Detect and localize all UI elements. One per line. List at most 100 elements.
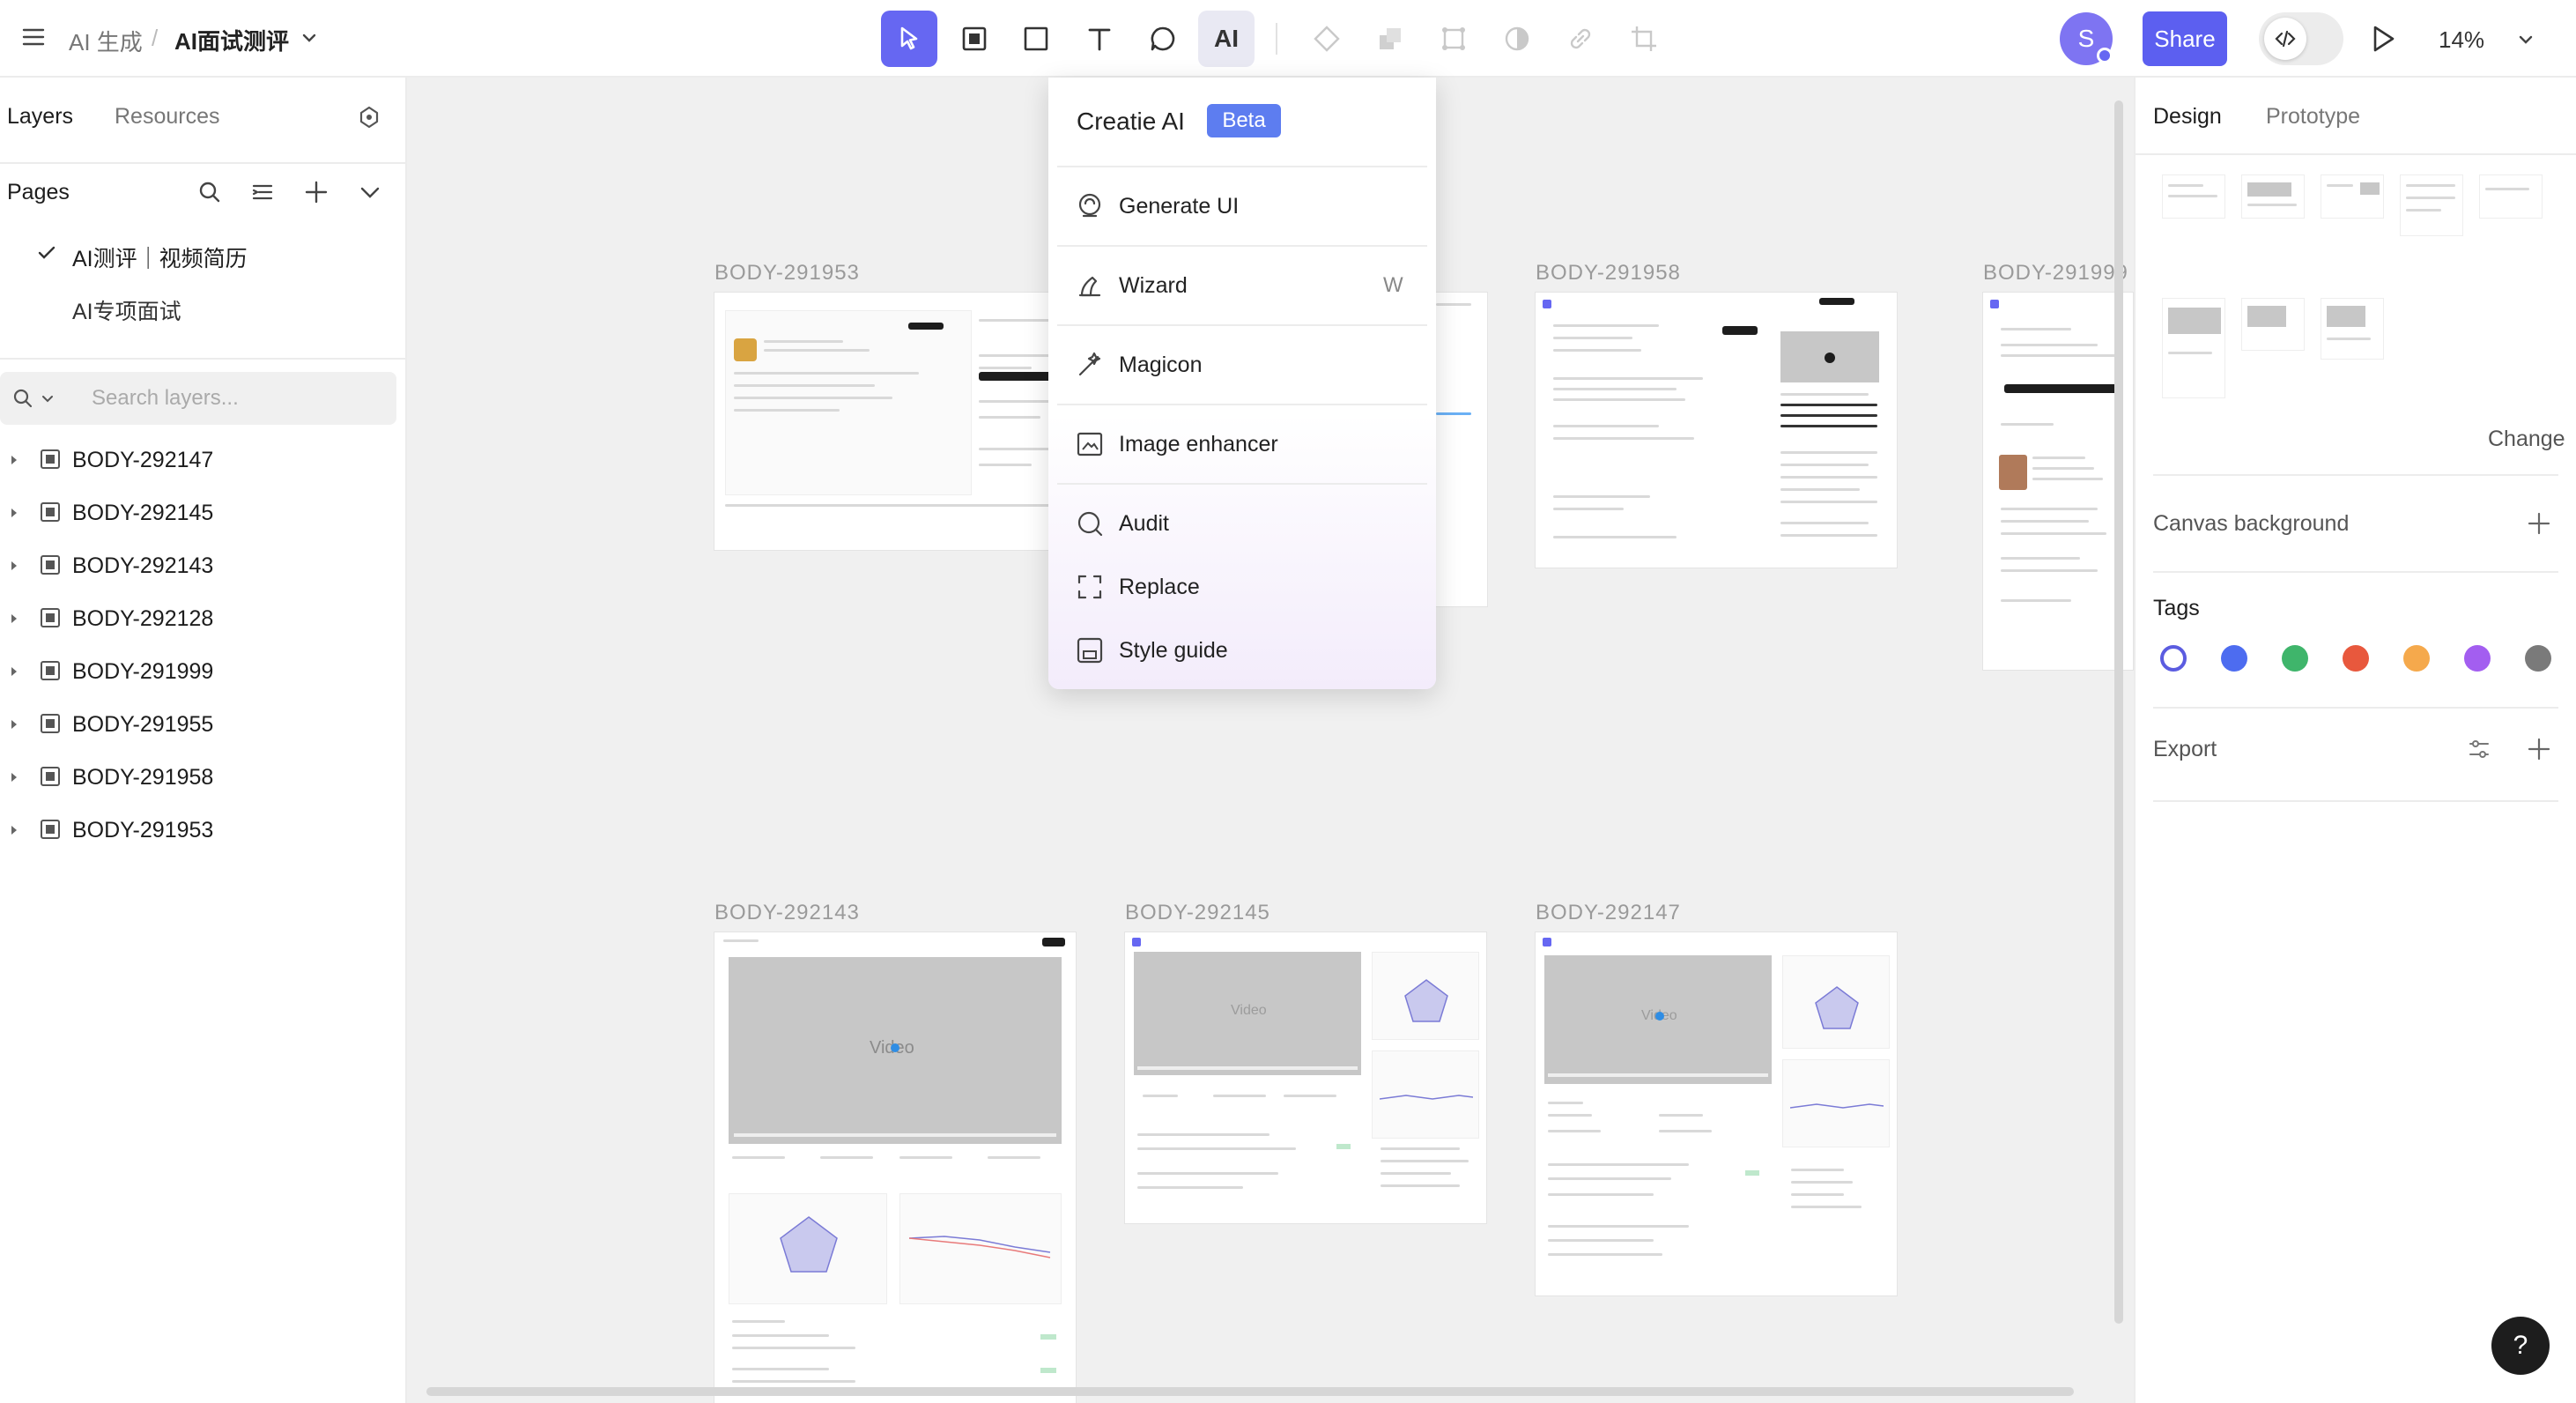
link-icon xyxy=(1570,28,1591,49)
add-icon[interactable] xyxy=(2527,511,2551,536)
frame-label[interactable]: BODY-291958 xyxy=(1536,261,1681,286)
tab-layers[interactable]: Layers xyxy=(7,104,73,130)
plugin-icon[interactable] xyxy=(356,104,382,130)
contrast-button[interactable] xyxy=(1489,11,1545,67)
tag-color-swatch[interactable] xyxy=(2282,645,2308,672)
frame-body-291955[interactable] xyxy=(1431,293,1487,606)
menu-icon[interactable] xyxy=(21,25,46,49)
tab-prototype[interactable]: Prototype xyxy=(2266,104,2360,130)
comment-tool-button[interactable] xyxy=(1135,11,1191,67)
menu-item-image-enhancer[interactable]: Image enhancer xyxy=(1048,412,1436,476)
dev-mode-toggle[interactable] xyxy=(2259,12,2343,65)
frame-body-292147[interactable]: Video xyxy=(1536,932,1897,1295)
chevron-down-icon[interactable] xyxy=(300,28,319,48)
caret-right-icon[interactable] xyxy=(9,612,19,626)
sort-icon[interactable] xyxy=(250,180,275,204)
tag-color-swatch[interactable] xyxy=(2464,645,2491,672)
menu-item-style-guide[interactable]: Style guide xyxy=(1048,619,1436,682)
boolean-button[interactable] xyxy=(1362,11,1418,67)
zoom-dropdown[interactable]: 14% xyxy=(2421,12,2553,65)
change-cover-button[interactable]: Change xyxy=(2488,427,2565,452)
breadcrumb-parent[interactable]: AI 生成 xyxy=(69,25,143,57)
layer-item[interactable]: BODY-292143 xyxy=(0,541,405,590)
add-page-icon[interactable] xyxy=(304,180,329,204)
frame-body-291958[interactable] xyxy=(1536,293,1897,568)
caret-right-icon[interactable] xyxy=(9,506,19,520)
frame-tool-button[interactable] xyxy=(946,11,1003,67)
move-tool-button[interactable] xyxy=(881,11,937,67)
page-item[interactable]: AI测评｜视频简历 xyxy=(0,227,405,278)
vertical-scrollbar[interactable] xyxy=(2114,100,2123,1324)
layer-name: BODY-291999 xyxy=(72,659,214,684)
menu-item-audit[interactable]: Audit xyxy=(1048,492,1436,555)
frame-label[interactable]: BODY-292145 xyxy=(1125,901,1270,925)
play-icon[interactable] xyxy=(2368,23,2398,55)
component-button[interactable] xyxy=(1299,11,1355,67)
video-player[interactable]: Video xyxy=(1134,952,1361,1075)
layer-item[interactable]: BODY-292128 xyxy=(0,594,405,643)
generate-ui-icon xyxy=(1078,193,1101,218)
video-placeholder: Video xyxy=(1231,1003,1267,1018)
layer-item[interactable]: BODY-292145 xyxy=(0,488,405,538)
crop-icon xyxy=(1632,26,1656,51)
layer-item[interactable]: BODY-291958 xyxy=(0,753,405,802)
page-name: AI专项面试 xyxy=(72,300,181,324)
file-name[interactable]: AI面试测评 xyxy=(174,24,289,56)
style-guide-icon xyxy=(1077,637,1103,664)
link-button[interactable] xyxy=(1552,11,1609,67)
tab-resources[interactable]: Resources xyxy=(115,104,220,130)
caret-right-icon[interactable] xyxy=(9,664,19,679)
page-item[interactable]: AI专项面试 xyxy=(0,280,405,331)
menu-item-wizard[interactable]: Wizard W xyxy=(1048,254,1436,317)
menu-item-magicon[interactable]: Magicon xyxy=(1048,333,1436,397)
menu-item-generate-ui[interactable]: Generate UI xyxy=(1048,174,1436,238)
shortcut-key: W xyxy=(1383,273,1403,297)
frame-body-292145[interactable]: Video xyxy=(1125,932,1486,1223)
cover-thumbnails[interactable] xyxy=(2162,174,2550,398)
collapse-pages-icon[interactable] xyxy=(358,180,382,204)
layer-search-field[interactable]: Search layers... xyxy=(0,372,396,425)
caret-right-icon[interactable] xyxy=(9,823,19,837)
mask-button[interactable] xyxy=(1425,11,1482,67)
caret-right-icon[interactable] xyxy=(9,559,19,573)
frame-body-292143[interactable]: Video xyxy=(714,932,1076,1403)
tag-color-swatch[interactable] xyxy=(2403,645,2430,672)
frame-label[interactable]: BODY-291953 xyxy=(714,261,860,286)
frame-layer-icon xyxy=(39,765,62,788)
video-player[interactable]: Video xyxy=(1544,955,1772,1084)
caret-right-icon[interactable] xyxy=(9,717,19,731)
layer-item[interactable]: BODY-291955 xyxy=(0,700,405,749)
frame-label[interactable]: BODY-292147 xyxy=(1536,901,1681,925)
caret-right-icon[interactable] xyxy=(9,770,19,784)
help-button[interactable]: ? xyxy=(2491,1317,2550,1375)
frame-layer-icon xyxy=(39,448,62,471)
tag-color-swatch[interactable] xyxy=(2221,645,2247,672)
tag-color-swatch[interactable] xyxy=(2525,645,2551,672)
ai-menu: Creatie AI Beta Generate UI Wizard W Mag… xyxy=(1048,78,1436,689)
text-tool-button[interactable] xyxy=(1071,11,1128,67)
menu-item-label: Magicon xyxy=(1119,352,1203,377)
share-button[interactable]: Share xyxy=(2143,11,2227,66)
frame-layer-icon xyxy=(39,553,62,576)
layer-item[interactable]: BODY-291953 xyxy=(0,805,405,855)
ai-tool-button[interactable]: AI xyxy=(1198,11,1255,67)
horizontal-scrollbar[interactable] xyxy=(426,1387,2074,1396)
frame-label[interactable]: BODY-291999 xyxy=(1983,261,2128,286)
frame-body-291953[interactable] xyxy=(714,293,1076,550)
video-player[interactable]: Video xyxy=(729,957,1062,1144)
frame-body-291999[interactable] xyxy=(1983,293,2133,670)
export-settings-icon[interactable] xyxy=(2467,737,2491,761)
layer-item[interactable]: BODY-292147 xyxy=(0,435,405,485)
frame-layer-icon xyxy=(39,818,62,841)
caret-right-icon[interactable] xyxy=(9,453,19,467)
frame-label[interactable]: BODY-292143 xyxy=(714,901,860,925)
tag-color-swatch[interactable] xyxy=(2343,645,2369,672)
search-icon[interactable] xyxy=(197,180,222,204)
add-export-icon[interactable] xyxy=(2527,737,2551,761)
tab-design[interactable]: Design xyxy=(2153,104,2222,130)
tag-color-swatch[interactable] xyxy=(2160,645,2187,672)
menu-item-replace[interactable]: Replace xyxy=(1048,555,1436,619)
rectangle-tool-button[interactable] xyxy=(1008,11,1064,67)
crop-button[interactable] xyxy=(1616,11,1672,67)
layer-item[interactable]: BODY-291999 xyxy=(0,647,405,696)
